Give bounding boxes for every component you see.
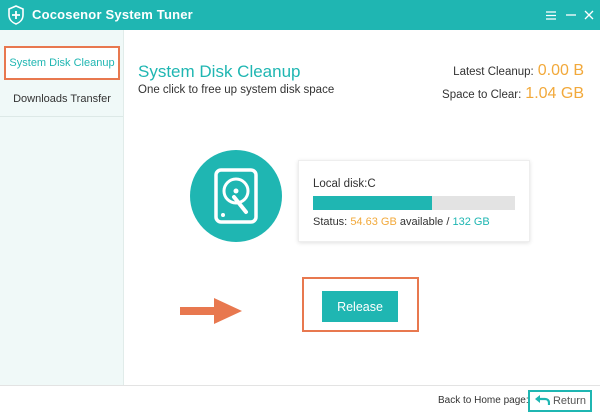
latest-cleanup-label: Latest Cleanup: bbox=[453, 66, 534, 78]
status-label: Status: bbox=[313, 216, 348, 228]
release-button[interactable]: Release bbox=[322, 291, 398, 322]
return-label: Return bbox=[552, 395, 587, 407]
sidebar-item-label: System Disk Cleanup bbox=[9, 57, 115, 69]
sidebar: System Disk Cleanup Downloads Transfer bbox=[0, 30, 124, 385]
disk-usage-fill bbox=[313, 196, 433, 210]
disk-label: Local disk:C bbox=[313, 178, 376, 190]
arrow-right-icon bbox=[180, 296, 244, 331]
back-to-home-label: Back to Home page: bbox=[438, 395, 529, 406]
status-separator: / bbox=[446, 216, 450, 228]
menu-icon[interactable] bbox=[542, 6, 560, 24]
footer: Back to Home page: Return bbox=[0, 385, 600, 415]
available-text: available bbox=[399, 216, 444, 228]
app-title: Cocosenor System Tuner bbox=[32, 7, 193, 22]
return-button[interactable]: Return bbox=[528, 390, 592, 412]
sidebar-item-label: Downloads Transfer bbox=[13, 93, 111, 105]
space-to-clear-stat: Space to Clear: 1.04 GB bbox=[442, 85, 584, 103]
latest-cleanup-value: 0.00 B bbox=[537, 62, 584, 79]
sidebar-item-downloads-transfer[interactable]: Downloads Transfer bbox=[4, 82, 120, 116]
disk-info-card: Local disk:C Status: 54.63 GB available … bbox=[298, 160, 530, 242]
return-arrow-icon bbox=[534, 394, 553, 409]
disk-status: Status: 54.63 GB available / 132 GB bbox=[313, 216, 490, 228]
space-to-clear-label: Space to Clear: bbox=[442, 89, 522, 101]
sidebar-divider bbox=[0, 116, 123, 117]
available-space: 54.63 GB bbox=[350, 216, 397, 228]
space-to-clear-value: 1.04 GB bbox=[525, 85, 584, 102]
title-bar: Cocosenor System Tuner bbox=[0, 0, 600, 30]
close-icon[interactable] bbox=[580, 6, 598, 24]
total-space: 132 GB bbox=[452, 216, 490, 228]
page-title: System Disk Cleanup bbox=[138, 62, 301, 81]
disk-usage-bar bbox=[313, 196, 515, 210]
hard-disk-icon bbox=[190, 150, 282, 242]
minimize-icon[interactable] bbox=[562, 6, 580, 24]
shield-cross-icon bbox=[6, 5, 26, 25]
sidebar-item-system-disk-cleanup[interactable]: System Disk Cleanup bbox=[4, 46, 120, 80]
latest-cleanup-stat: Latest Cleanup: 0.00 B bbox=[453, 62, 584, 80]
page-subtitle: One click to free up system disk space bbox=[138, 84, 335, 96]
